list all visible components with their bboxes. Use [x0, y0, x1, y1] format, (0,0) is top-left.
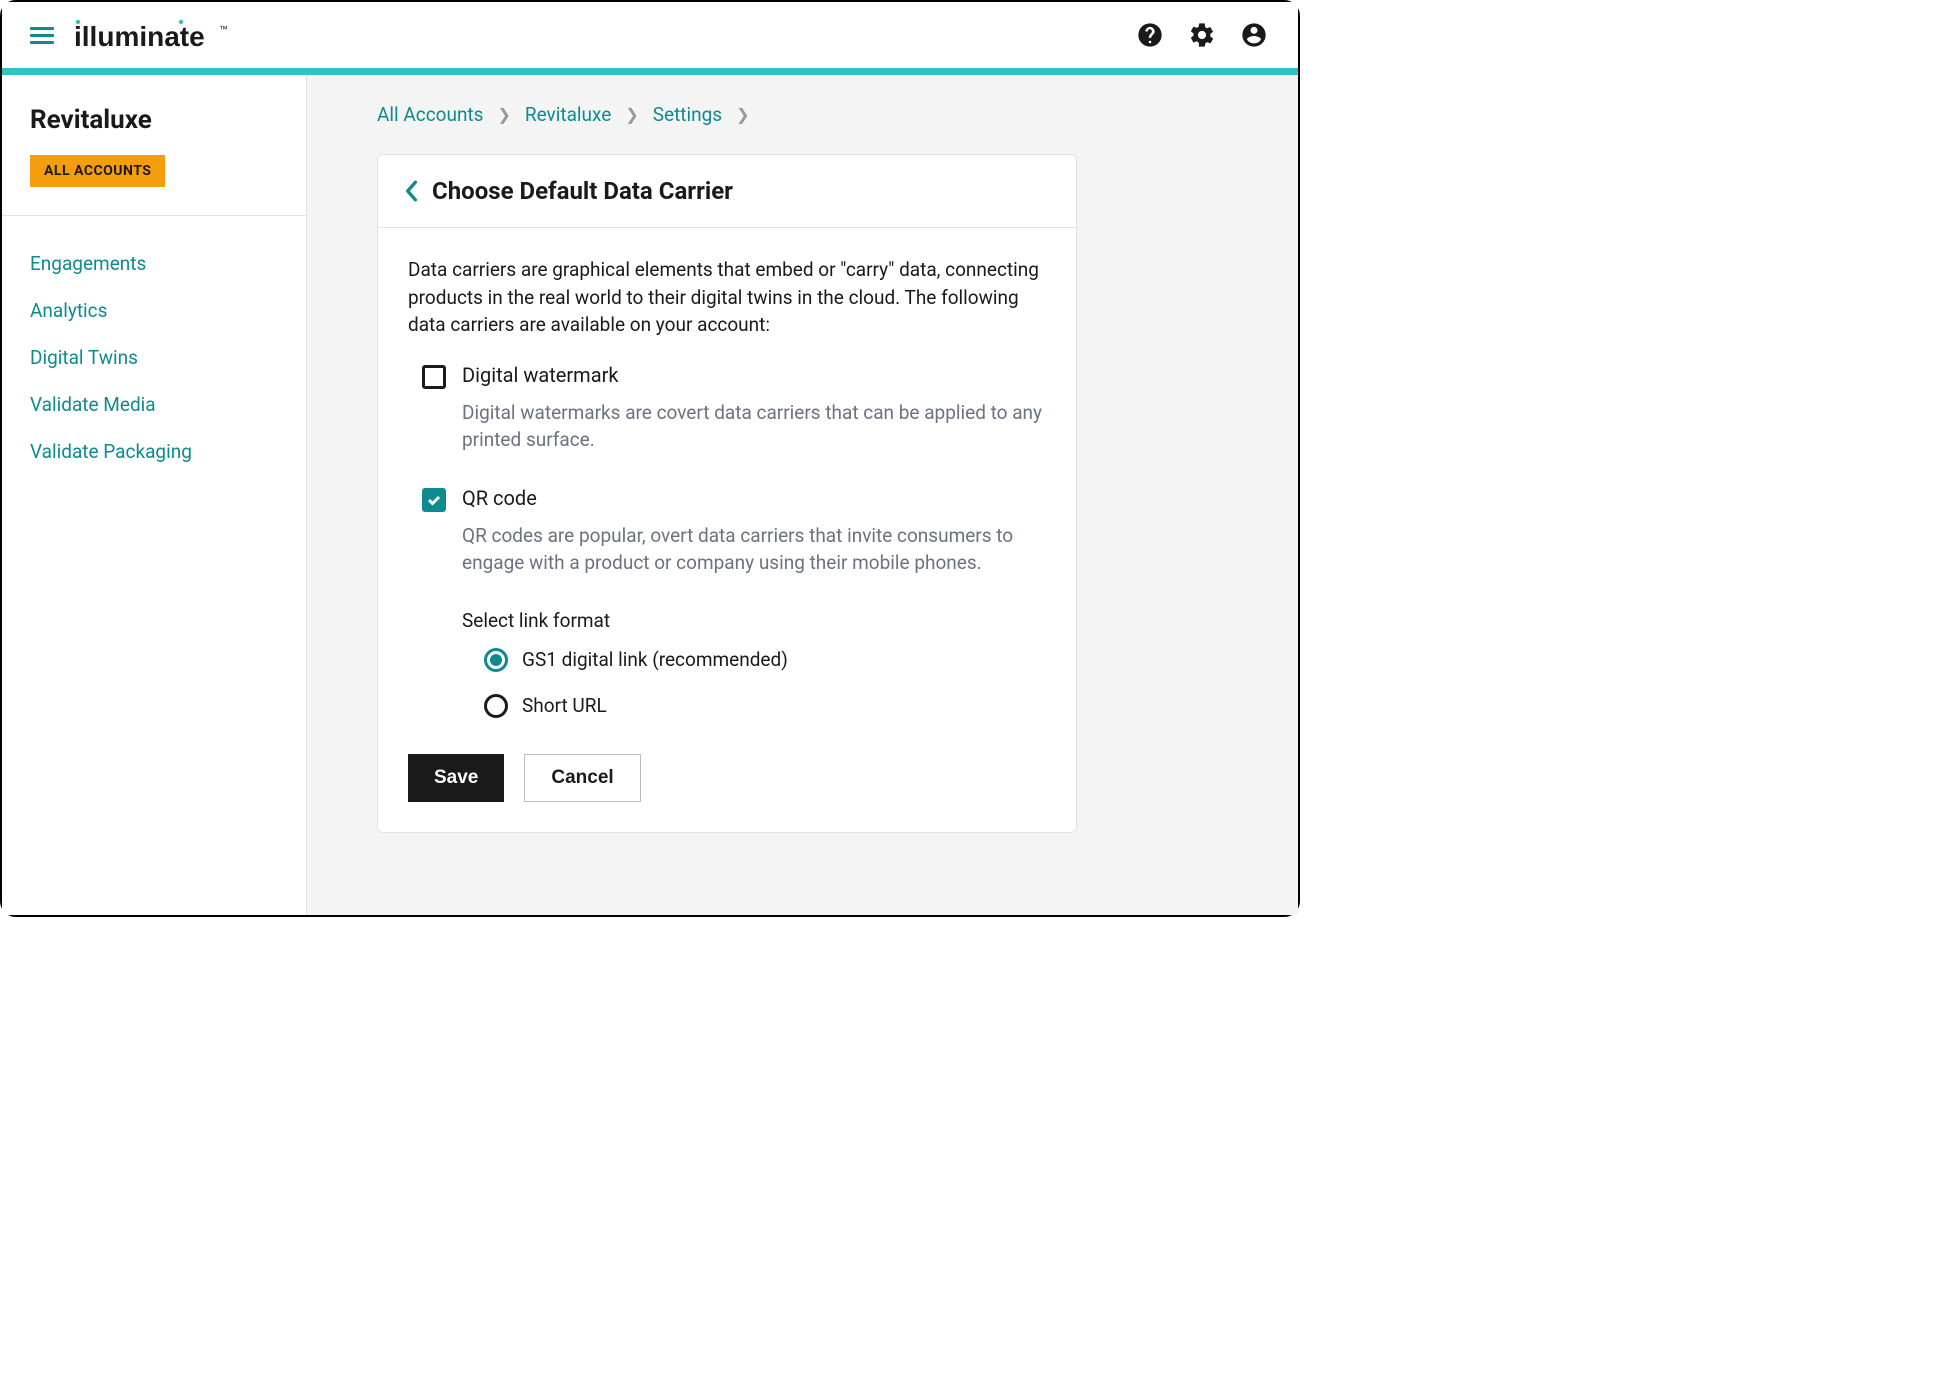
qr-label: QR code	[462, 486, 537, 510]
svg-text:™: ™	[219, 24, 228, 34]
breadcrumb-all-accounts[interactable]: All Accounts	[377, 103, 483, 126]
settings-icon[interactable]	[1186, 19, 1218, 51]
sidebar-item-digital-twins[interactable]: Digital Twins	[30, 334, 278, 381]
topbar-right	[1134, 19, 1270, 51]
watermark-description: Digital watermarks are covert data carri…	[408, 399, 1046, 454]
link-format-title: Select link format	[462, 609, 1046, 632]
radio-gs1-label: GS1 digital link (recommended)	[522, 648, 788, 671]
settings-panel: Choose Default Data Carrier Data carrier…	[377, 154, 1077, 833]
sidebar: Revitaluxe ALL ACCOUNTS Engagements Anal…	[2, 75, 307, 915]
chevron-right-icon: ❯	[625, 105, 638, 124]
radio-shorturl-label: Short URL	[522, 694, 607, 717]
option-watermark: Digital watermark	[408, 363, 1046, 389]
panel-description: Data carriers are graphical elements tha…	[408, 256, 1046, 339]
cancel-button[interactable]: Cancel	[524, 754, 640, 802]
sidebar-item-engagements[interactable]: Engagements	[30, 240, 278, 287]
content-area: All Accounts ❯ Revitaluxe ❯ Settings ❯ C…	[307, 75, 1298, 915]
radio-gs1-input[interactable]	[484, 648, 508, 672]
option-qr: QR code	[408, 486, 1046, 512]
help-icon[interactable]	[1134, 19, 1166, 51]
main-container: Revitaluxe ALL ACCOUNTS Engagements Anal…	[2, 75, 1298, 915]
panel-title: Choose Default Data Carrier	[432, 177, 733, 205]
watermark-checkbox[interactable]	[422, 365, 446, 389]
breadcrumb: All Accounts ❯ Revitaluxe ❯ Settings ❯	[377, 103, 1248, 126]
all-accounts-button[interactable]: ALL ACCOUNTS	[30, 155, 165, 187]
brand-logo[interactable]: illuminate ™	[74, 18, 254, 52]
radio-shorturl-input[interactable]	[484, 694, 508, 718]
sidebar-item-analytics[interactable]: Analytics	[30, 287, 278, 334]
link-format-section: Select link format GS1 digital link (rec…	[408, 609, 1046, 718]
sidebar-item-validate-packaging[interactable]: Validate Packaging	[30, 428, 278, 475]
breadcrumb-account[interactable]: Revitaluxe	[525, 103, 611, 126]
svg-text:illuminate: illuminate	[74, 21, 205, 52]
back-button[interactable]	[404, 180, 418, 202]
button-row: Save Cancel	[408, 754, 1046, 802]
radio-gs1[interactable]: GS1 digital link (recommended)	[462, 648, 1046, 672]
hamburger-menu-icon[interactable]	[30, 27, 54, 44]
profile-icon[interactable]	[1238, 19, 1270, 51]
radio-shorturl[interactable]: Short URL	[462, 694, 1046, 718]
chevron-right-icon: ❯	[736, 105, 749, 124]
topbar: illuminate ™	[2, 2, 1298, 68]
sidebar-item-validate-media[interactable]: Validate Media	[30, 381, 278, 428]
breadcrumb-settings[interactable]: Settings	[653, 103, 722, 126]
qr-checkbox[interactable]	[422, 488, 446, 512]
save-button[interactable]: Save	[408, 754, 504, 802]
sidebar-divider	[2, 215, 306, 216]
chevron-right-icon: ❯	[497, 105, 510, 124]
panel-header: Choose Default Data Carrier	[378, 155, 1076, 228]
topbar-left: illuminate ™	[30, 18, 254, 52]
account-name: Revitaluxe	[30, 105, 278, 135]
qr-description: QR codes are popular, overt data carrier…	[408, 522, 1046, 577]
panel-body: Data carriers are graphical elements tha…	[378, 228, 1076, 832]
watermark-label: Digital watermark	[462, 363, 619, 387]
accent-bar	[2, 68, 1298, 75]
